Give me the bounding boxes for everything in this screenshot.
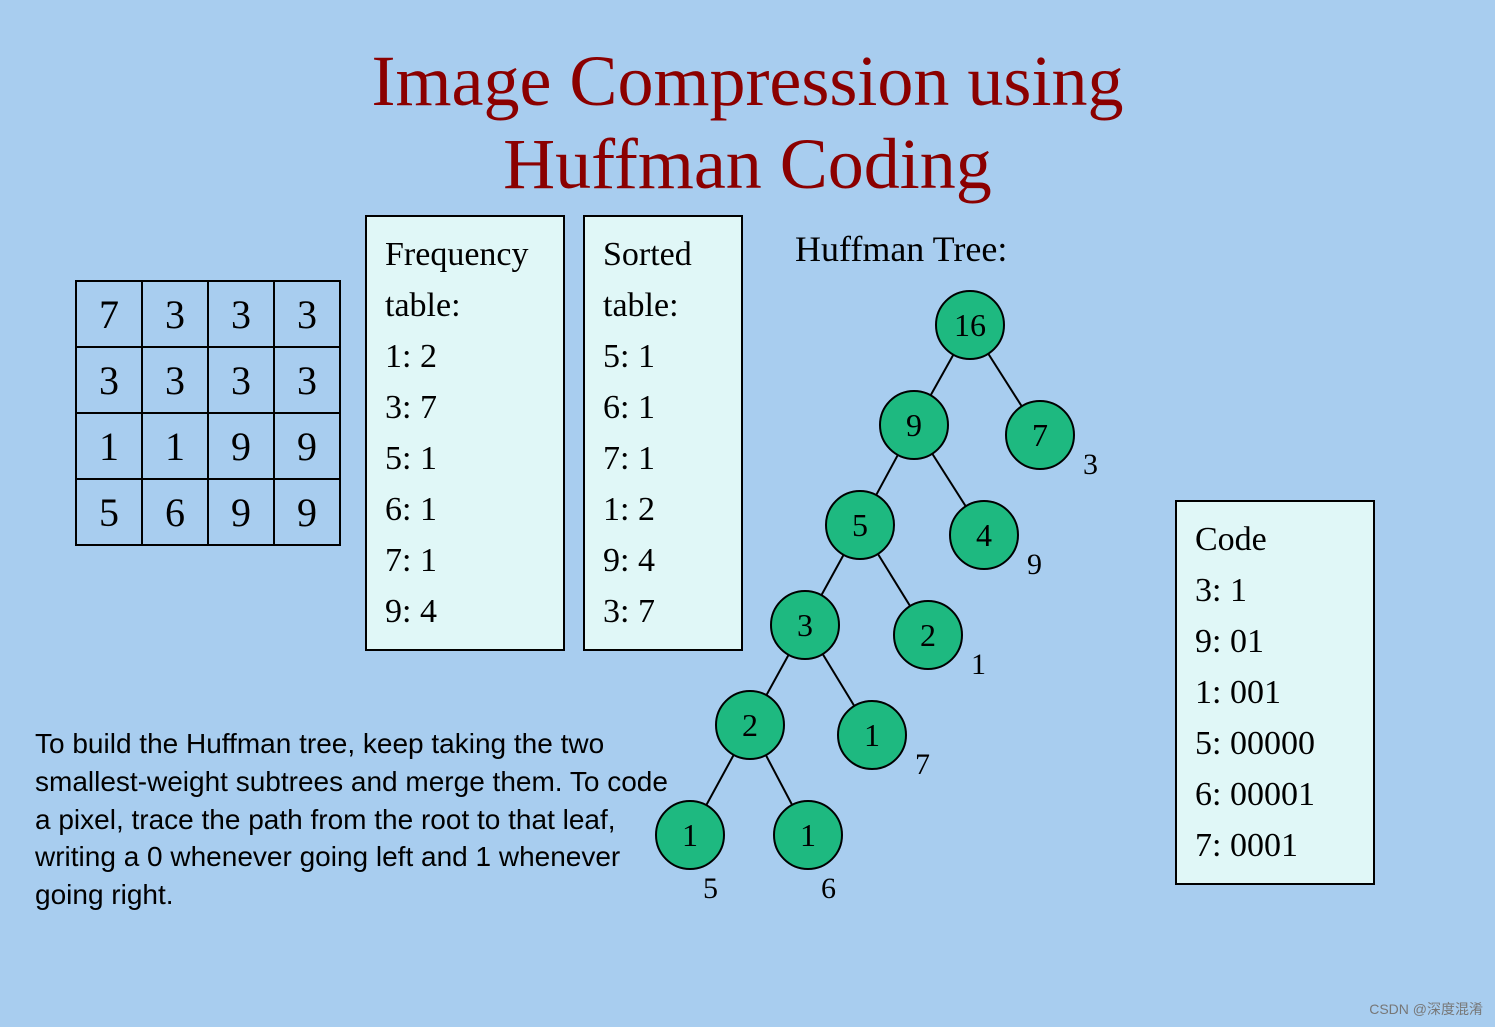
code-heading: Code [1195,514,1355,565]
tree-node: 1 [773,800,843,870]
leaf-label: 9 [1027,548,1042,582]
grid-cell: 3 [274,281,340,347]
grid-cell: 9 [274,413,340,479]
tree-node: 2 [715,690,785,760]
leaf-label: 3 [1083,448,1098,482]
tree-node: 3 [770,590,840,660]
tree-node: 4 [949,500,1019,570]
pixel-grid: 7333333311995699 [75,280,341,546]
leaf-label: 5 [703,872,718,906]
grid-cell: 3 [208,347,274,413]
frequency-entry: 1: 2 [385,331,545,382]
grid-cell: 3 [142,347,208,413]
tree-node: 5 [825,490,895,560]
grid-cell: 1 [142,413,208,479]
code-entry: 5: 00000 [1195,718,1355,769]
grid-cell: 3 [142,281,208,347]
grid-cell: 9 [208,479,274,545]
grid-cell: 1 [76,413,142,479]
frequency-table-panel: Frequency table: 1: 23: 75: 16: 17: 19: … [365,215,565,651]
huffman-tree-label: Huffman Tree: [795,228,1007,270]
frequency-entry: 5: 1 [385,433,545,484]
code-table-panel: Code 3: 19: 011: 0015: 000006: 000017: 0… [1175,500,1375,885]
grid-cell: 6 [142,479,208,545]
tree-node: 9 [879,390,949,460]
title-line-1: Image Compression using [0,40,1495,123]
title-line-2: Huffman Coding [0,123,1495,206]
code-entry: 3: 1 [1195,565,1355,616]
grid-cell: 9 [274,479,340,545]
frequency-entry: 6: 1 [385,484,545,535]
grid-cell: 7 [76,281,142,347]
page-title: Image Compression using Huffman Coding [0,0,1495,206]
grid-cell: 3 [274,347,340,413]
instructions-text: To build the Huffman tree, keep taking t… [35,725,675,914]
code-entry: 6: 00001 [1195,769,1355,820]
frequency-heading-1: Frequency [385,229,545,280]
code-entry: 7: 0001 [1195,820,1355,871]
tree-node: 2 [893,600,963,670]
tree-node: 7 [1005,400,1075,470]
code-entry: 1: 001 [1195,667,1355,718]
grid-cell: 3 [208,281,274,347]
frequency-heading-2: table: [385,280,545,331]
grid-cell: 9 [208,413,274,479]
tree-node: 1 [837,700,907,770]
watermark: CSDN @深度混淆 [1369,999,1483,1019]
frequency-entry: 3: 7 [385,382,545,433]
frequency-entry: 9: 4 [385,586,545,637]
leaf-label: 6 [821,872,836,906]
huffman-tree: 169735493212171516 [635,270,1105,1010]
tree-node: 16 [935,290,1005,360]
code-entry: 9: 01 [1195,616,1355,667]
leaf-label: 1 [971,648,986,682]
grid-cell: 5 [76,479,142,545]
leaf-label: 7 [915,748,930,782]
grid-cell: 3 [76,347,142,413]
frequency-entry: 7: 1 [385,535,545,586]
